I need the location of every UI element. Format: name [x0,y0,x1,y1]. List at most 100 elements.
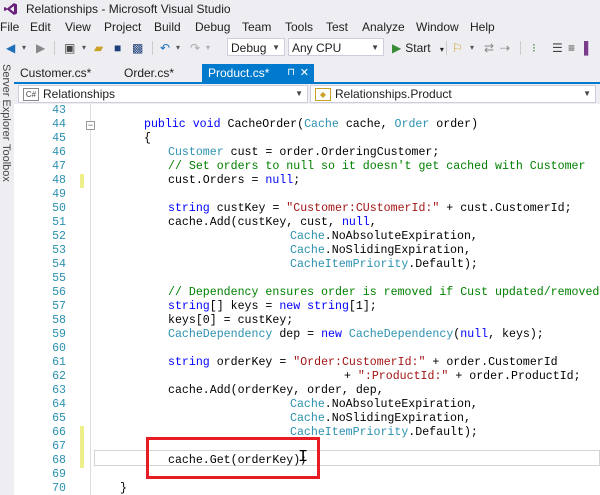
menu-file[interactable]: File [0,20,19,34]
line-number: 44 [52,118,66,131]
start-dropdown-icon[interactable]: ▾ [440,45,444,54]
undo-dropdown-icon[interactable]: ▾ [176,40,180,56]
menu-team[interactable]: Team [242,20,271,34]
line-number: 65 [52,412,66,425]
menu-help[interactable]: Help [470,20,495,34]
redo-dropdown-icon[interactable]: ▾ [206,40,210,56]
tab-label: Order.cs* [124,66,175,80]
code-comment: // Dependency ensures order is removed i… [168,286,600,299]
save-all-icon[interactable]: ▩ [132,40,143,56]
comment-icon[interactable]: ☰ [552,40,563,56]
line-number: 45 [52,132,66,145]
close-icon[interactable]: ✕ [300,64,309,82]
back-icon[interactable]: ◀ [6,40,15,56]
platform-value: Any CPU [292,41,342,55]
highlight-annotation-box [146,437,320,479]
side-panel-strip: Server Explorer Toolbox [0,62,14,495]
code-line: 44 − public void CacheOrder(Cache cache,… [14,118,600,132]
class-icon: ◆ [315,88,331,101]
chevron-down-icon: ▼ [272,43,280,52]
code-line: 50 string custKey = "Customer:CUstomerId… [14,202,600,216]
menu-edit[interactable]: Edit [30,20,51,34]
tab-order[interactable]: Order.cs* [118,64,202,82]
find-icon[interactable]: ⚐ [452,40,463,56]
line-number: 61 [52,356,66,369]
undo-icon[interactable]: ↶ [160,40,170,56]
change-marker [80,454,84,468]
code-line: 51 cache.Add(custKey, cust, null, [14,216,600,230]
project-dropdown[interactable]: C# Relationships ▼ [18,85,308,103]
menu-view[interactable]: View [65,20,91,34]
csharp-project-icon: C# [23,88,39,101]
format-icon[interactable]: ⁝ [532,40,536,56]
chevron-down-icon: ▼ [371,43,379,52]
redo-icon[interactable]: ↷ [190,40,200,56]
change-marker [80,426,84,440]
new-project-icon[interactable]: ▣ [64,40,75,56]
code-line: 53 Cache.NoSlidingExpiration, [14,244,600,258]
line-number: 67 [52,440,66,453]
browser-link-icon[interactable]: ⇄ [484,40,494,56]
text-cursor-icon: I [298,448,309,467]
menu-debug[interactable]: Debug [195,20,230,34]
code-line: 43 [14,104,600,118]
change-marker [80,174,84,188]
code-line: 63 cache.Add(orderKey, order, dep, [14,384,600,398]
code-text: string custKey = "Customer:CUstomerId:" … [168,202,572,215]
server-explorer-tab[interactable]: Server Explorer [0,64,12,140]
tab-product[interactable]: Product.cs* ⊓ ✕ [202,64,314,82]
code-text: Customer cust = order.OrderingCustomer; [168,146,440,159]
start-button[interactable]: ▶ Start ▾ [392,40,444,56]
menu-bar: File Edit View Project Build Debug Team … [0,18,600,36]
uncomment-icon[interactable]: ≡ [568,40,575,56]
pin-icon[interactable]: ⊓ [287,64,295,82]
configuration-dropdown[interactable]: Debug ▼ [227,38,285,56]
line-number: 59 [52,328,66,341]
back-dropdown-icon[interactable]: ▾ [22,40,26,56]
class-dropdown[interactable]: ◆ Relationships.Product ▼ [310,85,596,103]
menu-window[interactable]: Window [416,20,459,34]
platform-dropdown[interactable]: Any CPU ▼ [288,38,384,56]
new-dropdown-icon[interactable]: ▾ [82,40,86,56]
code-text: Cache.NoSlidingExpiration, [290,244,471,257]
menu-project[interactable]: Project [104,20,141,34]
code-line: 45 { [14,132,600,146]
menu-build[interactable]: Build [154,20,181,34]
code-text: + ":ProductId:" + order.ProductId; [344,370,581,383]
open-folder-icon[interactable]: ▰ [94,40,103,56]
code-text: cache.Add(orderKey, order, dep, [168,384,384,397]
code-line: 62 + ":ProductId:" + order.ProductId; [14,370,600,384]
line-number: 54 [52,258,66,271]
code-text: string orderKey = "Order:CustomerId:" + … [168,356,558,369]
toolbox-tab[interactable]: Toolbox [0,144,12,182]
code-text: { [144,132,151,145]
collapse-icon[interactable]: − [86,121,95,130]
line-number: 64 [52,398,66,411]
code-text: CacheItemPriority.Default); [290,258,478,271]
menu-tools[interactable]: Tools [285,20,313,34]
code-text: Cache.NoSlidingExpiration, [290,412,471,425]
line-number: 56 [52,286,66,299]
tab-customer[interactable]: Customer.cs* [14,64,114,82]
line-number: 55 [52,272,66,285]
tab-label: Customer.cs* [20,66,92,80]
code-text: Cache.NoAbsoluteExpiration, [290,230,478,243]
code-line: 61 string orderKey = "Order:CustomerId:"… [14,356,600,370]
change-marker [80,440,84,454]
code-line: 59 CacheDependency dep = new CacheDepend… [14,328,600,342]
step-icon[interactable]: ⇢ [500,40,510,56]
forward-icon[interactable]: ▶ [36,40,45,56]
code-text: string[] keys = new string[1]; [168,300,377,313]
line-number: 50 [52,202,66,215]
save-icon[interactable]: ■ [114,40,121,56]
code-line: 57 string[] keys = new string[1]; [14,300,600,314]
line-number: 48 [52,174,66,187]
line-number: 70 [52,482,66,495]
code-line: 70 } [14,482,600,495]
menu-test[interactable]: Test [326,20,348,34]
find-dropdown-icon[interactable]: ▾ [470,40,474,56]
menu-analyze[interactable]: Analyze [362,20,405,34]
line-number: 66 [52,426,66,439]
bookmark-icon[interactable]: ▌ [584,40,593,56]
line-number: 47 [52,160,66,173]
